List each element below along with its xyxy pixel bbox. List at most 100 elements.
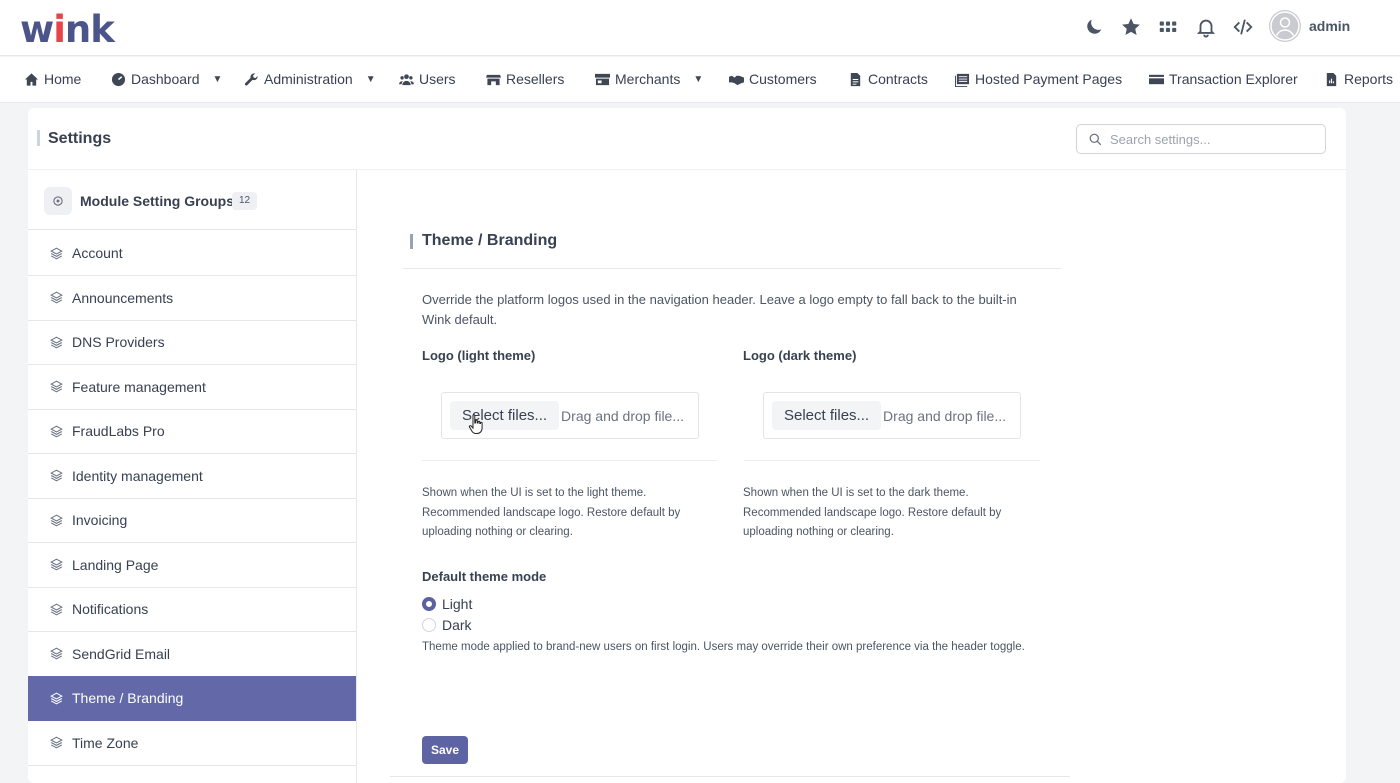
card-icon xyxy=(1149,74,1164,84)
sidebar-item-landing-page[interactable]: Landing Page xyxy=(28,543,356,588)
layers-icon xyxy=(50,380,63,393)
logo-dark-upload[interactable]: Select files... Drag and drop file... xyxy=(763,392,1021,439)
settings-sidebar: Module Setting Groups 12 Account Announce… xyxy=(28,170,357,783)
sidebar-item-sendgrid-email[interactable]: SendGrid Email xyxy=(28,632,356,677)
sidebar-item-time-zone[interactable]: Time Zone xyxy=(28,721,356,766)
radio-label: Dark xyxy=(442,617,472,633)
sidebar-item-label: Time Zone xyxy=(72,734,139,751)
apps-grid-icon[interactable] xyxy=(1154,13,1182,41)
sidebar-item-label: Landing Page xyxy=(72,556,159,573)
nav-label: Transaction Explorer xyxy=(1169,71,1298,87)
wink-logo[interactable]: wink xyxy=(20,8,115,51)
code-icon[interactable] xyxy=(1229,13,1257,41)
sidebar-item-label: Invoicing xyxy=(72,512,128,528)
sidebar-item-invoicing[interactable]: Invoicing xyxy=(28,498,356,543)
logo-dark-select-button[interactable]: Select files... xyxy=(772,401,882,430)
settings-card: Settings Module Setting Groups 12 Accoun… xyxy=(28,108,1346,783)
upload-underline xyxy=(422,460,718,461)
sidebar-item-notifications[interactable]: Notifications xyxy=(28,587,356,632)
sidebar-item-label: SendGrid Email xyxy=(72,645,171,662)
avatar[interactable] xyxy=(1269,10,1301,42)
sidebar-item-label: FraudLabs Pro xyxy=(72,423,165,439)
layers-icon xyxy=(50,247,63,259)
radio-button[interactable] xyxy=(422,618,436,632)
layers-icon xyxy=(50,558,63,571)
search-input[interactable] xyxy=(1110,131,1310,147)
theme-mode-hint: Theme mode applied to brand-new users on… xyxy=(422,641,1025,653)
sidebar-item-dns-providers[interactable]: DNS Providers xyxy=(28,320,356,365)
nav-label: Hosted Payment Pages xyxy=(975,71,1123,87)
nav-label: Home xyxy=(44,71,82,87)
radio-label: Light xyxy=(442,596,473,612)
chevron-down-icon: ▼ xyxy=(212,73,223,85)
sidebar-item-label: Feature management xyxy=(72,378,206,395)
nav-item-users[interactable]: Users xyxy=(399,71,456,87)
radio-dark[interactable]: Dark xyxy=(422,617,472,633)
chevron-down-icon: ▼ xyxy=(693,73,704,85)
top-header: wink admin xyxy=(0,0,1400,56)
page-title: Settings xyxy=(48,130,112,147)
layers-icon xyxy=(50,603,63,615)
sidebar-item-identity-management[interactable]: Identity management xyxy=(28,454,356,499)
moon-icon[interactable] xyxy=(1080,13,1108,41)
nav-item-home[interactable]: Home xyxy=(24,71,81,87)
nav-item-administration[interactable]: Administration ▼ xyxy=(244,71,376,87)
nav-label: Contracts xyxy=(868,71,928,87)
nav-label: Resellers xyxy=(506,71,565,87)
bell-icon[interactable] xyxy=(1192,13,1220,41)
sidebar-item-label: DNS Providers xyxy=(72,334,165,350)
layers-icon xyxy=(50,291,63,304)
user-name[interactable]: admin xyxy=(1309,18,1350,34)
drop-zone-text: Drag and drop file... xyxy=(561,407,685,424)
sidebar-item-label: Identity management xyxy=(72,467,203,484)
layers-icon xyxy=(50,336,63,348)
logo-dark-label: Logo (dark theme) xyxy=(743,348,857,363)
sidebar-item-label: Theme / Branding xyxy=(72,690,184,706)
logo-text-right: nk xyxy=(64,8,115,51)
sidebar-item-account[interactable]: Account xyxy=(28,231,356,276)
footer-divider xyxy=(390,776,1070,777)
sidebar-item-label: Account xyxy=(72,245,123,261)
radio-light[interactable]: Light xyxy=(422,596,472,612)
sidebar-item-label: Announcements xyxy=(72,289,174,306)
logo-text-left: w xyxy=(20,8,54,51)
logo-light-select-button[interactable]: Select files... xyxy=(450,401,560,430)
nav-item-merchants[interactable]: Merchants ▼ xyxy=(595,71,703,87)
layers-icon xyxy=(50,425,63,437)
layers-icon xyxy=(50,736,63,749)
nav-label: Customers xyxy=(749,71,817,87)
sidebar-title: Module Setting Groups xyxy=(80,193,234,209)
save-button[interactable]: Save xyxy=(422,736,468,764)
nav-item-reports[interactable]: Reports xyxy=(1324,71,1393,87)
section-divider xyxy=(403,268,1061,269)
nav-label: Administration xyxy=(264,71,353,87)
search-icon xyxy=(1089,133,1102,145)
section-accent xyxy=(410,234,413,249)
pages-icon xyxy=(955,73,970,87)
file-icon xyxy=(850,72,861,86)
layers-icon xyxy=(50,469,63,482)
sidebar-item-fraudlabs-pro[interactable]: FraudLabs Pro xyxy=(28,409,356,454)
hand-cursor-icon xyxy=(468,414,483,434)
nav-item-dashboard[interactable]: Dashboard ▼ xyxy=(111,71,222,87)
logo-light-label: Logo (light theme) xyxy=(422,348,536,363)
sidebar-item-feature-management[interactable]: Feature management xyxy=(28,365,356,410)
radio-button-checked[interactable] xyxy=(422,597,436,611)
section-title: Theme / Branding xyxy=(422,232,558,249)
logo-light-hint: Shown when the UI is set to the light th… xyxy=(422,487,681,538)
sidebar-item-announcements[interactable]: Announcements xyxy=(28,276,356,321)
sidebar-item-theme-branding[interactable]: Theme / Branding xyxy=(28,676,356,721)
nav-item-transaction-explorer[interactable]: Transaction Explorer xyxy=(1149,71,1298,87)
search-box[interactable] xyxy=(1076,124,1326,154)
nav-item-customers[interactable]: Customers xyxy=(729,71,817,87)
nav-item-hosted-payment-pages[interactable]: Hosted Payment Pages xyxy=(955,71,1122,87)
count-badge: 12 xyxy=(232,192,258,210)
layers-icon xyxy=(50,692,63,704)
theme-mode-label: Default theme mode xyxy=(422,569,547,584)
nav-item-resellers[interactable]: Resellers xyxy=(486,71,564,87)
star-icon[interactable] xyxy=(1117,13,1145,41)
home-icon xyxy=(24,72,39,86)
nav-item-contracts[interactable]: Contracts xyxy=(848,71,928,87)
settings-header: Settings xyxy=(28,108,1346,170)
users-icon xyxy=(399,73,414,85)
